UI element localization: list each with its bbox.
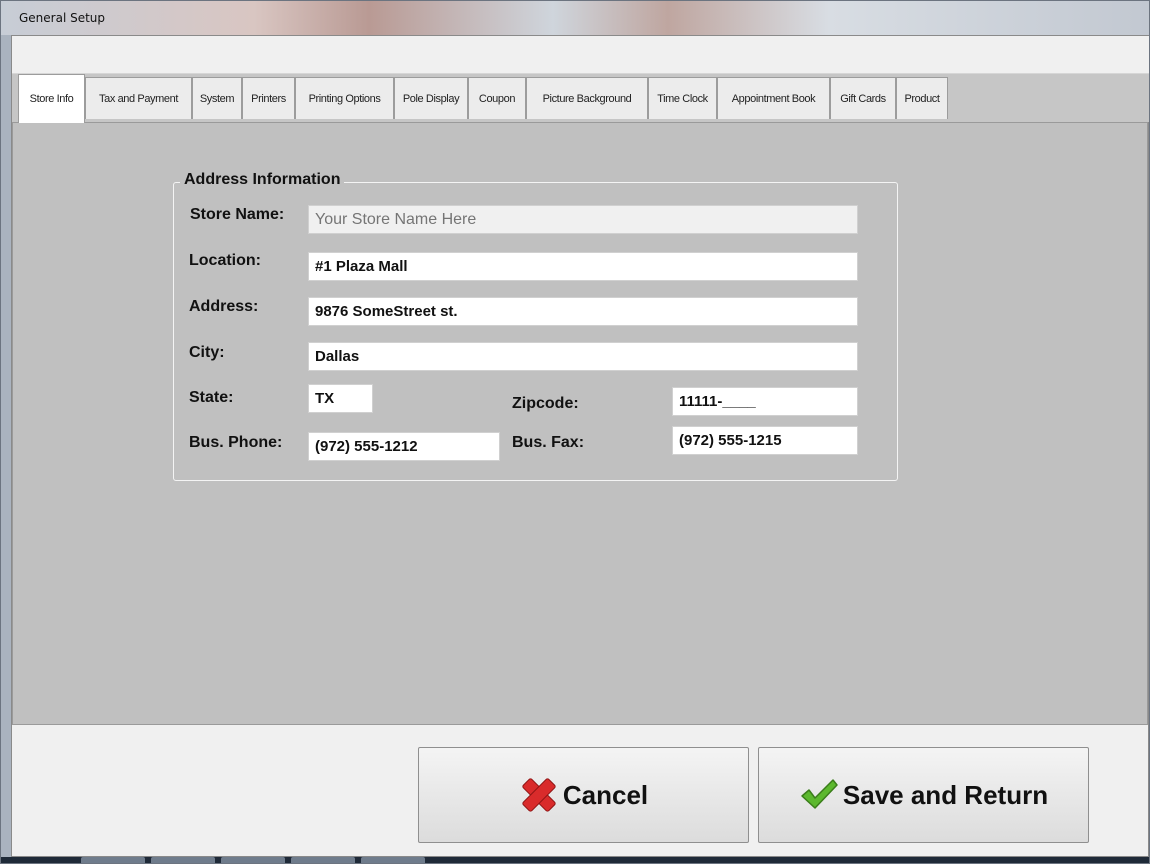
tab-picture-background[interactable]: Picture Background: [526, 77, 648, 119]
window-title: General Setup: [19, 11, 106, 25]
tab-pole-display[interactable]: Pole Display: [394, 77, 468, 119]
city-input[interactable]: [308, 342, 858, 371]
store-info-panel: Address Information Store Name: Location…: [12, 122, 1148, 725]
tab-system[interactable]: System: [192, 77, 242, 119]
bus-phone-input[interactable]: [308, 432, 500, 461]
save-and-return-button[interactable]: Save and Return: [758, 747, 1089, 843]
tab-product[interactable]: Product: [896, 77, 948, 119]
taskbar-strip: [1, 857, 1149, 863]
bus-phone-label: Bus. Phone:: [189, 434, 283, 451]
tab-coupon[interactable]: Coupon: [468, 77, 526, 119]
location-label: Location:: [189, 252, 261, 269]
address-information-group: Address Information Store Name: Location…: [173, 171, 898, 481]
tab-printers[interactable]: Printers: [242, 77, 295, 119]
zipcode-label: Zipcode:: [512, 395, 579, 412]
state-input[interactable]: [308, 384, 373, 413]
title-bar[interactable]: General Setup: [1, 1, 1149, 35]
bus-fax-input[interactable]: [672, 426, 858, 455]
bus-fax-label: Bus. Fax:: [512, 434, 585, 451]
green-check-icon: [799, 775, 839, 815]
window-client-area: Store Info Tax and Payment System Printe…: [11, 35, 1149, 857]
tab-tax-and-payment[interactable]: Tax and Payment: [85, 77, 192, 119]
tab-strip: Store Info Tax and Payment System Printe…: [12, 74, 1149, 123]
tab-gift-cards[interactable]: Gift Cards: [830, 77, 896, 119]
store-name-input[interactable]: [308, 205, 858, 234]
zipcode-input[interactable]: [672, 387, 858, 416]
state-label: State:: [189, 389, 234, 406]
taskbar-button[interactable]: [151, 857, 215, 863]
taskbar-button[interactable]: [361, 857, 425, 863]
taskbar-button[interactable]: [291, 857, 355, 863]
address-input[interactable]: [308, 297, 858, 326]
tab-appointment-book[interactable]: Appointment Book: [717, 77, 830, 119]
taskbar-button[interactable]: [81, 857, 145, 863]
address-information-legend: Address Information: [180, 171, 345, 189]
city-label: City:: [189, 344, 225, 361]
address-label: Address:: [189, 298, 259, 315]
store-name-label: Store Name:: [190, 206, 285, 223]
save-and-return-label: Save and Return: [842, 779, 1049, 810]
cancel-button-label: Cancel: [562, 779, 649, 810]
button-bar: Cancel Save and Return: [12, 725, 1148, 856]
taskbar-button[interactable]: [221, 857, 285, 863]
tab-time-clock[interactable]: Time Clock: [648, 77, 717, 119]
tab-printing-options[interactable]: Printing Options: [295, 77, 394, 119]
general-setup-window: General Setup Store Info Tax and Payment…: [0, 0, 1150, 864]
location-input[interactable]: [308, 252, 858, 281]
red-x-icon: [519, 775, 559, 815]
menu-strip: [12, 36, 1149, 74]
tab-store-info[interactable]: Store Info: [18, 74, 85, 123]
cancel-button[interactable]: Cancel: [418, 747, 749, 843]
